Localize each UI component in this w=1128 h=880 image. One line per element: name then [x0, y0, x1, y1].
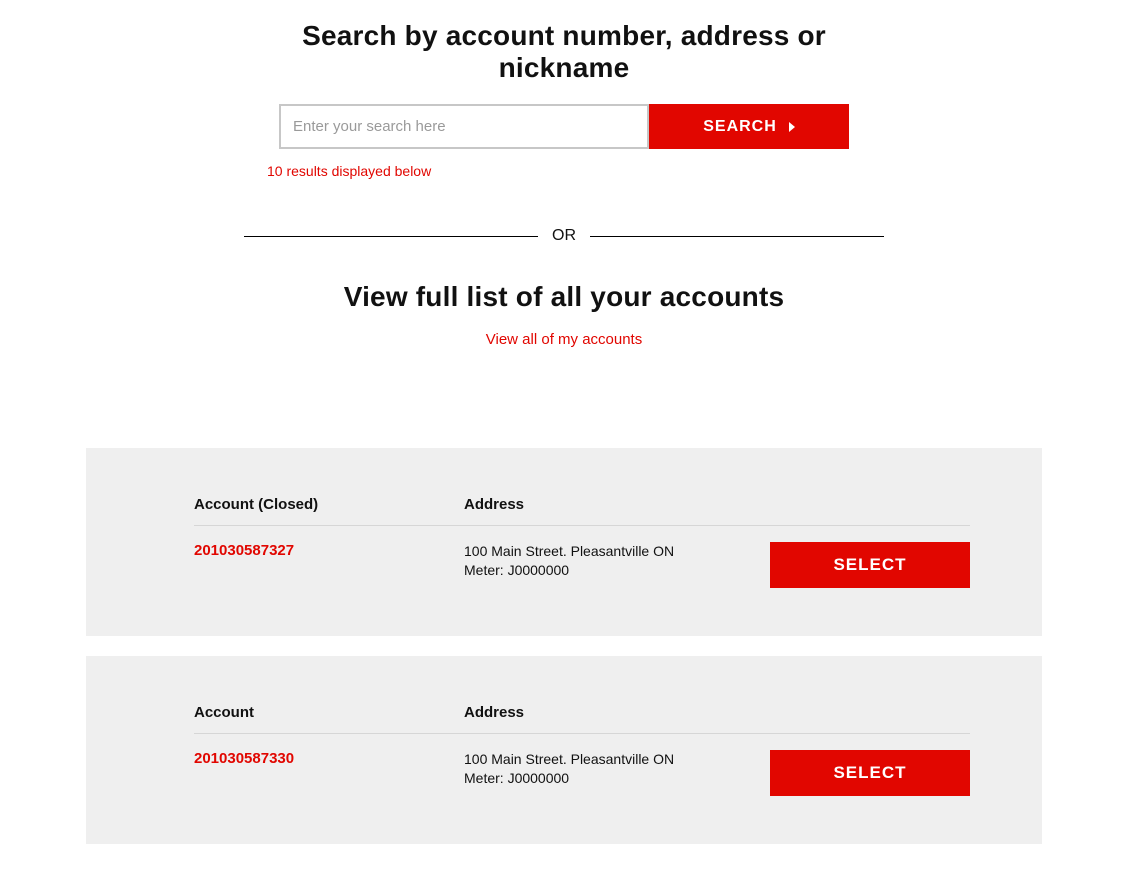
view-all-accounts-link[interactable]: View all of my accounts — [0, 331, 1128, 348]
header-account-label: Account — [194, 704, 464, 721]
divider-or: OR — [244, 227, 884, 245]
header-account-label: Account (Closed) — [194, 496, 464, 513]
account-address: 100 Main Street. Pleasantville ON — [464, 542, 746, 561]
divider-line-left — [244, 236, 538, 237]
select-account-button[interactable]: SELECT — [770, 750, 970, 796]
account-card: Account (Closed)Address 201030587327100 M… — [86, 448, 1042, 636]
account-address: 100 Main Street. Pleasantville ON — [464, 750, 746, 769]
select-account-button[interactable]: SELECT — [770, 542, 970, 588]
account-card-body: 201030587327100 Main Street. Pleasantvil… — [194, 542, 970, 588]
account-meter: Meter: J0000000 — [464, 769, 746, 788]
search-title: Search by account number, address or nic… — [244, 20, 884, 84]
header-address-label: Address — [464, 496, 970, 513]
search-status: 10 results displayed below — [267, 163, 1128, 179]
account-meter: Meter: J0000000 — [464, 561, 746, 580]
account-card-header: Account (Closed)Address — [194, 496, 970, 526]
account-card-body: 201030587330100 Main Street. Pleasantvil… — [194, 750, 970, 796]
account-card-header: AccountAddress — [194, 704, 970, 734]
account-number: 201030587327 — [194, 542, 464, 559]
search-button[interactable]: SEARCH — [649, 104, 849, 149]
accounts-list-title: View full list of all your accounts — [0, 281, 1128, 313]
search-button-label: SEARCH — [703, 118, 777, 136]
divider-or-label: OR — [552, 227, 576, 245]
header-address-label: Address — [464, 704, 970, 721]
divider-line-right — [590, 236, 884, 237]
account-card: AccountAddress 201030587330100 Main Stree… — [86, 656, 1042, 844]
search-input[interactable] — [279, 104, 649, 149]
search-form: SEARCH — [0, 104, 1128, 149]
accounts-list: Account (Closed)Address201030587327100 M… — [0, 448, 1128, 844]
account-number: 201030587330 — [194, 750, 464, 767]
chevron-right-icon — [789, 122, 795, 132]
